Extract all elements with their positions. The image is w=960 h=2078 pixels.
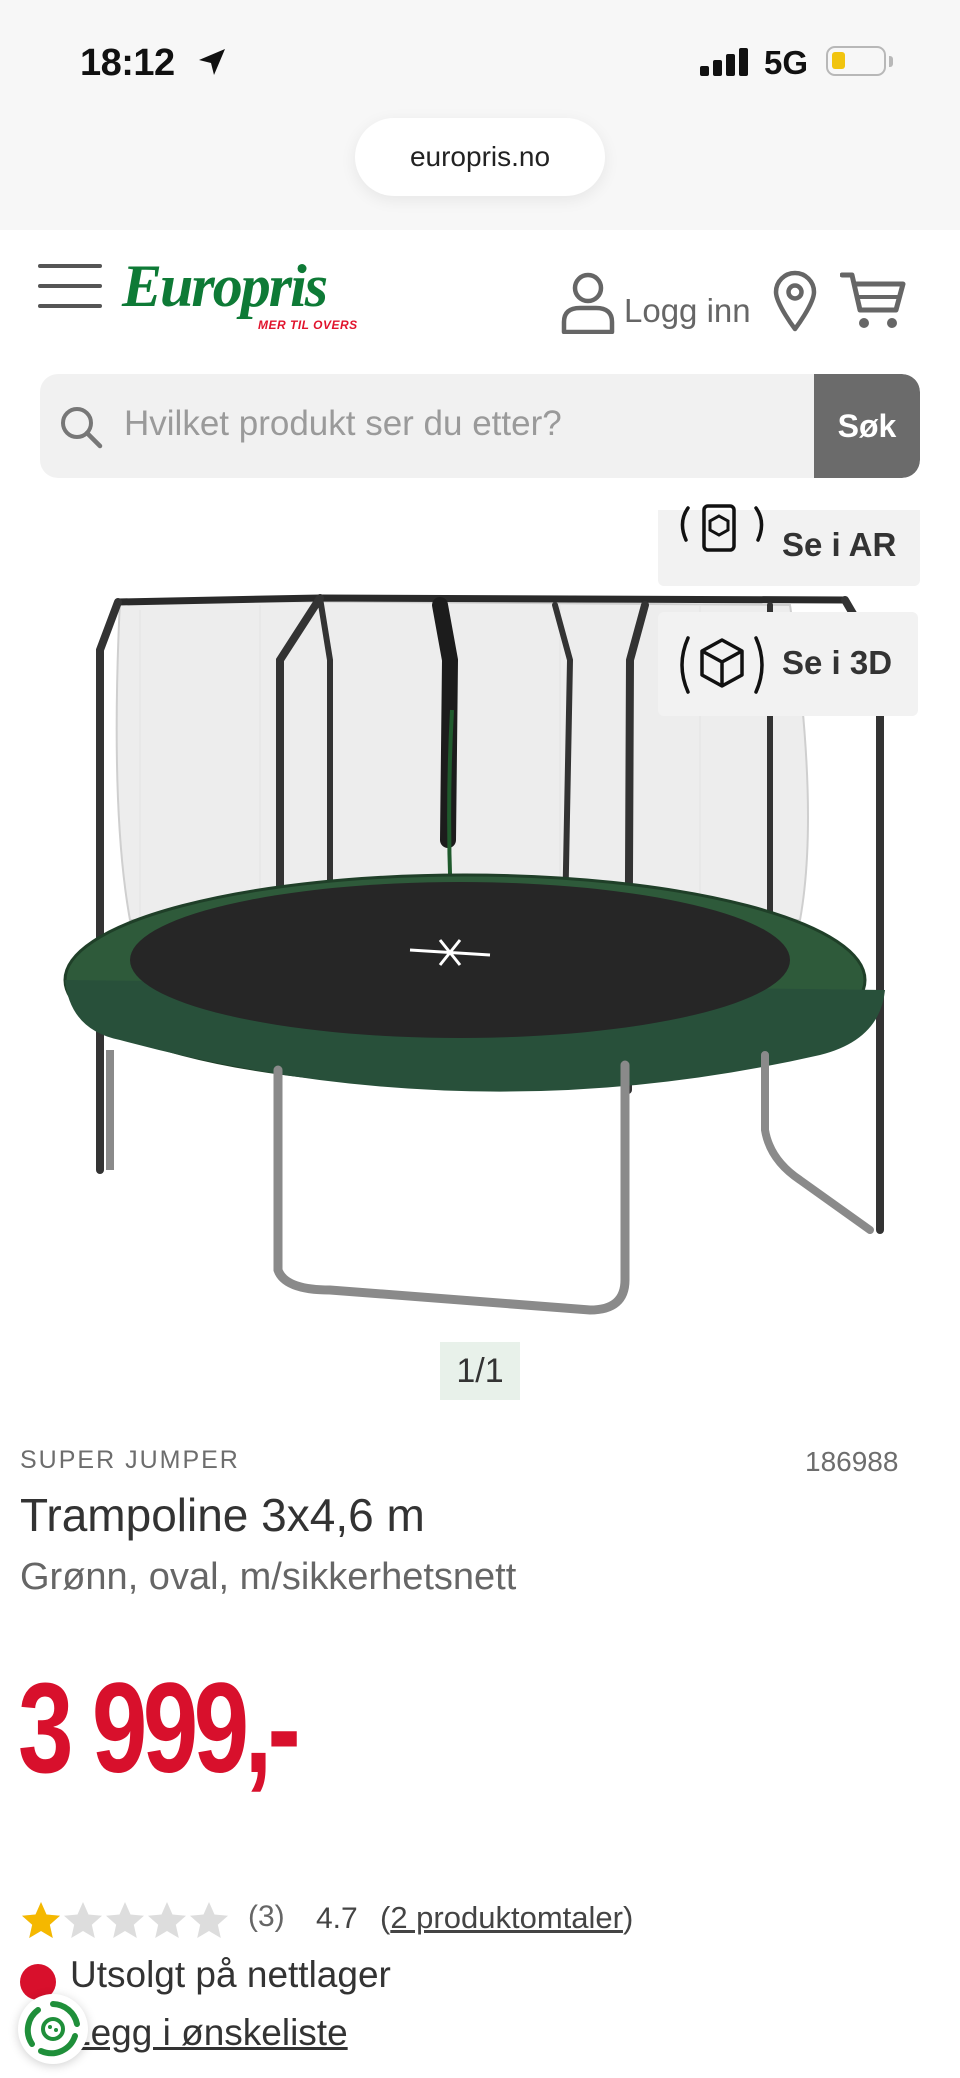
network-type: 5G (764, 44, 809, 81)
product-image-gallery[interactable]: Se i AR Se i 3D 1/1 (0, 504, 960, 1410)
product-subtitle: Grønn, oval, m/sikkerhetsnett (20, 1556, 517, 1598)
recycle-icon (24, 2001, 80, 2057)
url-pill[interactable]: europris.no (355, 118, 605, 196)
site-header: Europris MER TIL OVERS Logg inn (0, 230, 960, 380)
rating-value: 4.7 (316, 1902, 358, 1935)
cellular-signal-icon (700, 48, 748, 76)
hamburger-menu-icon[interactable] (38, 264, 104, 310)
reviews-link[interactable]: (2 produktomtaler) (380, 1900, 633, 1936)
product-price: 3 999,- (18, 1657, 301, 1800)
view-in-ar-button[interactable]: Se i AR (658, 504, 920, 586)
ar-label: Se i AR (782, 526, 897, 563)
3d-cube-icon (680, 636, 764, 694)
logo-wordmark: Europris (122, 253, 328, 319)
view-in-3d-button[interactable]: Se i 3D (658, 612, 918, 716)
battery-cap (889, 56, 893, 67)
search-bar[interactable]: Hvilket produkt ser du etter? Søk (40, 374, 920, 478)
product-sku: 186988 (805, 1446, 899, 1477)
add-to-wishlist-link[interactable]: Legg i ønskeliste (70, 2012, 348, 2054)
rating-row: (3) 4.7 (2 produktomtaler) (20, 1898, 920, 1940)
recycle-widget-button[interactable] (18, 1994, 88, 2064)
star-filled (22, 1902, 60, 1938)
image-counter: 1/1 (440, 1342, 520, 1400)
3d-label: Se i 3D (782, 644, 893, 681)
status-bar: 18:12 5G (0, 0, 960, 110)
shopping-cart-icon[interactable] (840, 270, 906, 332)
battery-icon (826, 46, 886, 76)
ar-cube-icon (680, 504, 764, 552)
stock-status-text: Utsolgt på nettlager (70, 1954, 391, 1995)
reviews-link-text[interactable]: 2 produktomtaler (390, 1900, 623, 1935)
store-locator-pin-icon[interactable] (772, 270, 818, 332)
search-icon (61, 407, 103, 449)
europris-logo[interactable]: Europris MER TIL OVERS (122, 256, 362, 336)
star-empty (64, 1902, 102, 1938)
location-arrow-icon (199, 49, 225, 75)
user-icon (561, 272, 615, 334)
star-empty (106, 1902, 144, 1938)
reviews-prefix: ( (380, 1900, 391, 1935)
product-title: Trampoline 3x4,6 m (20, 1489, 425, 1541)
search-input[interactable]: Hvilket produkt ser du etter? (124, 404, 562, 444)
reviews-suffix: ) (622, 1900, 634, 1935)
logo-tagline: MER TIL OVERS (258, 318, 358, 332)
product-brand[interactable]: SUPER JUMPER (20, 1446, 240, 1475)
star-rating-icon (22, 1902, 228, 1938)
star-empty (148, 1902, 186, 1938)
search-button[interactable]: Søk (814, 374, 920, 478)
clock-time: 18:12 (80, 42, 175, 84)
rating-count: (3) (248, 1900, 285, 1933)
login-label: Logg inn (624, 292, 751, 329)
browser-url-bar: europris.no (0, 110, 960, 230)
star-empty (190, 1902, 228, 1938)
